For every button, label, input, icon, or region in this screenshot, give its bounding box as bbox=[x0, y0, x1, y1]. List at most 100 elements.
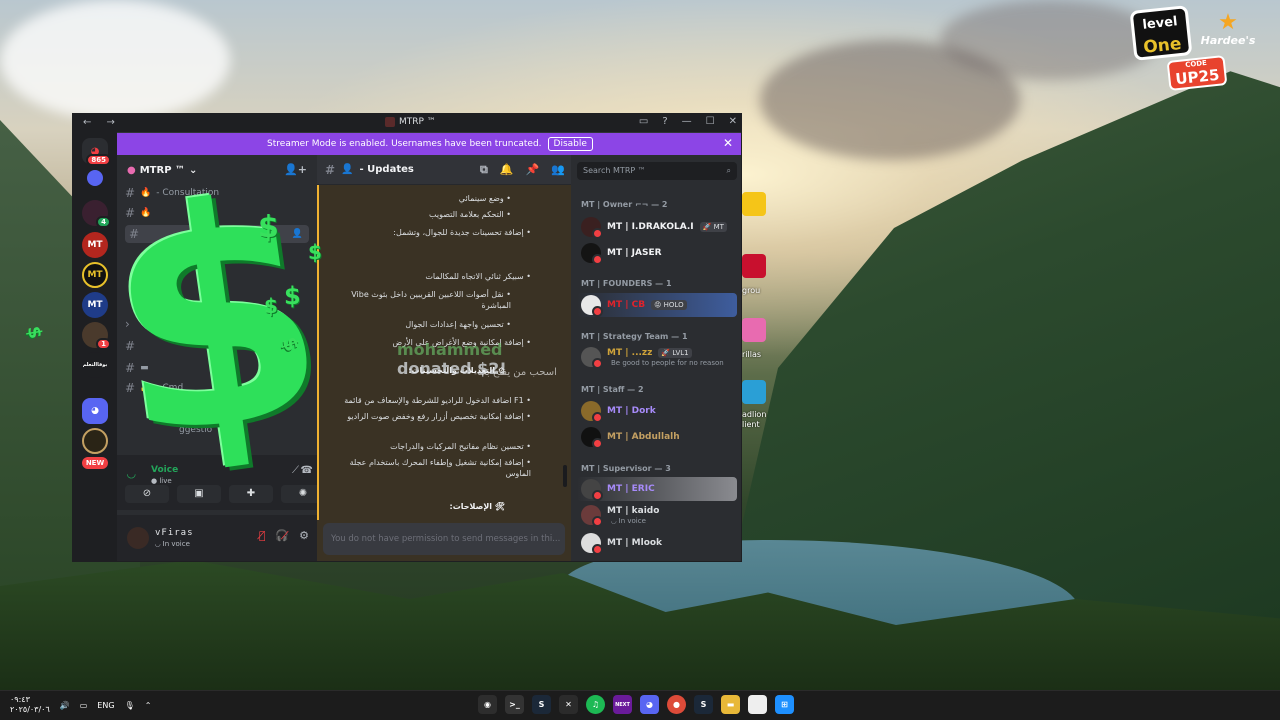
scrollbar[interactable] bbox=[563, 465, 567, 487]
search-input[interactable]: Search MTRP ™ ⌕ bbox=[577, 162, 737, 180]
member-name: MT | JASER bbox=[607, 248, 662, 258]
channel-title: - Updates bbox=[359, 164, 414, 175]
pin-icon[interactable]: 📌 bbox=[526, 163, 540, 177]
notepad-icon[interactable] bbox=[748, 695, 767, 714]
desktop-app-label: adlion bbox=[742, 410, 767, 419]
new-badge[interactable]: NEW bbox=[82, 457, 108, 469]
search-icon: ⌕ bbox=[726, 166, 731, 175]
avatar bbox=[581, 479, 603, 501]
member-item[interactable]: MT | CB 😡 HOLO bbox=[577, 293, 737, 317]
guild-arabic[interactable]: بوقاالتعلم bbox=[82, 352, 108, 378]
spotify-icon[interactable]: ♫ bbox=[586, 695, 605, 714]
language-indicator[interactable]: ENG bbox=[97, 701, 114, 710]
update-line: • إضافة إمكانية تخصيص أزرار رفع وخفض صوت… bbox=[347, 412, 531, 421]
close-icon[interactable]: ✕ bbox=[723, 136, 733, 150]
update-line: • F1 اضافة الدخول للراديو للشرطة والإسعا… bbox=[344, 396, 531, 405]
network-icon[interactable]: ▭ bbox=[80, 701, 88, 710]
member-name: MT | ...zz bbox=[607, 348, 653, 358]
clock-date: ٢٠٢٥/٠٣/٠٦ bbox=[10, 705, 50, 714]
windows-icon[interactable]: ⊞ bbox=[775, 695, 794, 714]
member-list: Search MTRP ™ ⌕ MT | Owner ⌐¬ — 2 MT | I… bbox=[571, 155, 741, 561]
avatar[interactable] bbox=[127, 527, 149, 549]
mute-icon[interactable]: 🎙̸ bbox=[259, 529, 266, 542]
dollar-sign-overlay: $ bbox=[284, 282, 301, 310]
member-name: MT | Mlook bbox=[607, 538, 663, 548]
clock[interactable]: ٠٩:٤٣ ٢٠٢٥/٠٣/٠٦ bbox=[10, 695, 50, 715]
server-icon bbox=[385, 117, 395, 127]
terminal-icon[interactable]: >_ bbox=[505, 695, 524, 714]
member-item[interactable]: MT | ERIC bbox=[577, 477, 737, 501]
member-item[interactable]: MT | kaido ◟◞ In voice bbox=[577, 503, 737, 527]
volume-icon[interactable]: 🔊 bbox=[60, 701, 70, 710]
close-button[interactable]: ✕ bbox=[729, 116, 737, 127]
update-line-text: التحكم بعلامة التصويب bbox=[429, 210, 504, 219]
promo-code-badge: CODE UP25 bbox=[1166, 55, 1228, 91]
update-line-text: F1 اضافة الدخول للراديو للشرطة والإسعاف … bbox=[344, 396, 524, 405]
obs-icon[interactable]: ◉ bbox=[478, 695, 497, 714]
folder-icon[interactable]: ▬ bbox=[721, 695, 740, 714]
chevron-up-icon[interactable]: ⌃ bbox=[145, 701, 152, 710]
nav-arrows[interactable]: ← → bbox=[83, 117, 121, 128]
role-heading: MT | Owner ⌐¬ — 2 bbox=[581, 200, 668, 209]
guild-skull[interactable]: 1 bbox=[82, 322, 111, 350]
update-line-text: سبيكر ثنائي الاتجاه للمكالمات bbox=[425, 272, 524, 281]
discord-icon[interactable]: ◕ bbox=[640, 695, 659, 714]
minimize-button[interactable]: — bbox=[682, 116, 692, 127]
desktop-app-icon[interactable] bbox=[742, 192, 766, 216]
gear-icon[interactable]: ⚙ bbox=[299, 529, 309, 542]
desktop-app-icon[interactable] bbox=[742, 318, 766, 342]
member-item[interactable]: MT | ...zz 🚀 LVL1 Be good to people for … bbox=[577, 345, 737, 369]
steam-icon[interactable]: S bbox=[532, 695, 551, 714]
update-line-text: نقل أصوات اللاعبين القريبين داخل بثوث Vi… bbox=[351, 290, 511, 310]
maximize-button[interactable]: ☐ bbox=[706, 116, 715, 127]
guild-gold[interactable] bbox=[82, 428, 108, 454]
steam-icon[interactable]: S bbox=[694, 695, 713, 714]
desktop-cloud bbox=[0, 0, 230, 120]
guild-mt-blue[interactable]: MT bbox=[82, 292, 108, 318]
desktop-app-icon[interactable] bbox=[742, 254, 766, 278]
user-status-text: In voice bbox=[162, 540, 190, 548]
member-name: MT | CB bbox=[607, 300, 646, 310]
member-item[interactable]: MT | Mlook bbox=[577, 531, 737, 555]
xbox-icon[interactable]: ✕ bbox=[559, 695, 578, 714]
bell-icon[interactable]: 🔔 bbox=[500, 163, 514, 177]
member-status: ◟◞ In voice bbox=[611, 517, 646, 525]
discord-icon: ◕ bbox=[91, 406, 99, 416]
member-item[interactable]: MT | Dork bbox=[577, 399, 737, 423]
message-input[interactable]: You do not have permission to send messa… bbox=[323, 523, 565, 555]
next-icon[interactable]: NEXT bbox=[613, 695, 632, 714]
help-icon[interactable]: ? bbox=[662, 116, 667, 127]
update-line-text: تحسين نظام مفاتيح المركبات والدراجات bbox=[390, 442, 524, 451]
role-heading: MT | FOUNDERS — 1 bbox=[581, 279, 672, 288]
chrome-icon[interactable]: ● bbox=[667, 695, 686, 714]
members-icon[interactable]: 👥 bbox=[551, 163, 565, 177]
section-heading-text: الإصلاحات: bbox=[449, 502, 493, 511]
member-tag: 😡 HOLO bbox=[651, 300, 687, 310]
role-heading: MT | Supervisor — 3 bbox=[581, 464, 671, 473]
member-name: MT | kaido bbox=[607, 506, 660, 516]
user-controls: 🎙̸ 🎧̸ ⚙ bbox=[259, 529, 309, 542]
inbox-icon[interactable]: ▭ bbox=[639, 116, 648, 127]
guild-badge: 1 bbox=[96, 338, 111, 350]
donor-name: mohammed bbox=[397, 340, 503, 359]
member-item[interactable]: MT | Abdullalh bbox=[577, 425, 737, 449]
desktop-app-label: grou bbox=[742, 286, 761, 295]
desktop-app-icon[interactable] bbox=[742, 380, 766, 404]
deafen-icon[interactable]: 🎧̸ bbox=[275, 529, 289, 542]
threads-icon[interactable]: ⧉ bbox=[480, 163, 488, 177]
update-line: • وضع سينمائي bbox=[458, 194, 511, 203]
disable-streamer-button[interactable]: Disable bbox=[547, 137, 593, 151]
member-tag: 🚀 LVL1 bbox=[658, 348, 692, 358]
person-emoji: 👤 bbox=[341, 164, 354, 175]
microphone-icon[interactable]: 🎙 bbox=[125, 701, 135, 710]
dollar-sign-overlay: $ bbox=[258, 210, 279, 245]
member-item[interactable]: MT | JASER bbox=[577, 241, 737, 265]
system-tray: ٠٩:٤٣ ٢٠٢٥/٠٣/٠٦ 🔊 ▭ ENG 🎙 ⌃ bbox=[10, 695, 151, 715]
taskbar: ٠٩:٤٣ ٢٠٢٥/٠٣/٠٦ 🔊 ▭ ENG 🎙 ⌃ ◉ >_ S ✕ ♫ … bbox=[0, 690, 1280, 720]
guild-discord[interactable]: ◕ bbox=[82, 398, 108, 424]
chat-header-icons: ⧉ 🔔 📌 👥 bbox=[480, 163, 565, 177]
star-icon: ★ bbox=[1218, 10, 1238, 35]
member-item[interactable]: MT | I.DRAKOLA.I 🚀 MT bbox=[577, 215, 737, 239]
desktop-app-label: lient bbox=[742, 420, 760, 429]
update-line-text: إضافة إمكانية تخصيص أزرار رفع وخفض صوت ا… bbox=[347, 412, 524, 421]
